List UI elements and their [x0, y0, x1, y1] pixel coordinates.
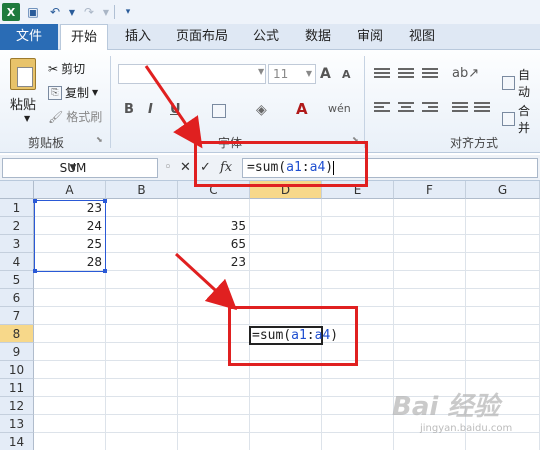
watermark-url: jingyan.baidu.com: [420, 423, 513, 434]
arrow-to-formula-bar: [144, 65, 203, 149]
watermark-logo: Bai 经验: [392, 392, 500, 422]
annotation-arrows: [144, 65, 238, 311]
arrow-to-cell: [174, 252, 238, 311]
